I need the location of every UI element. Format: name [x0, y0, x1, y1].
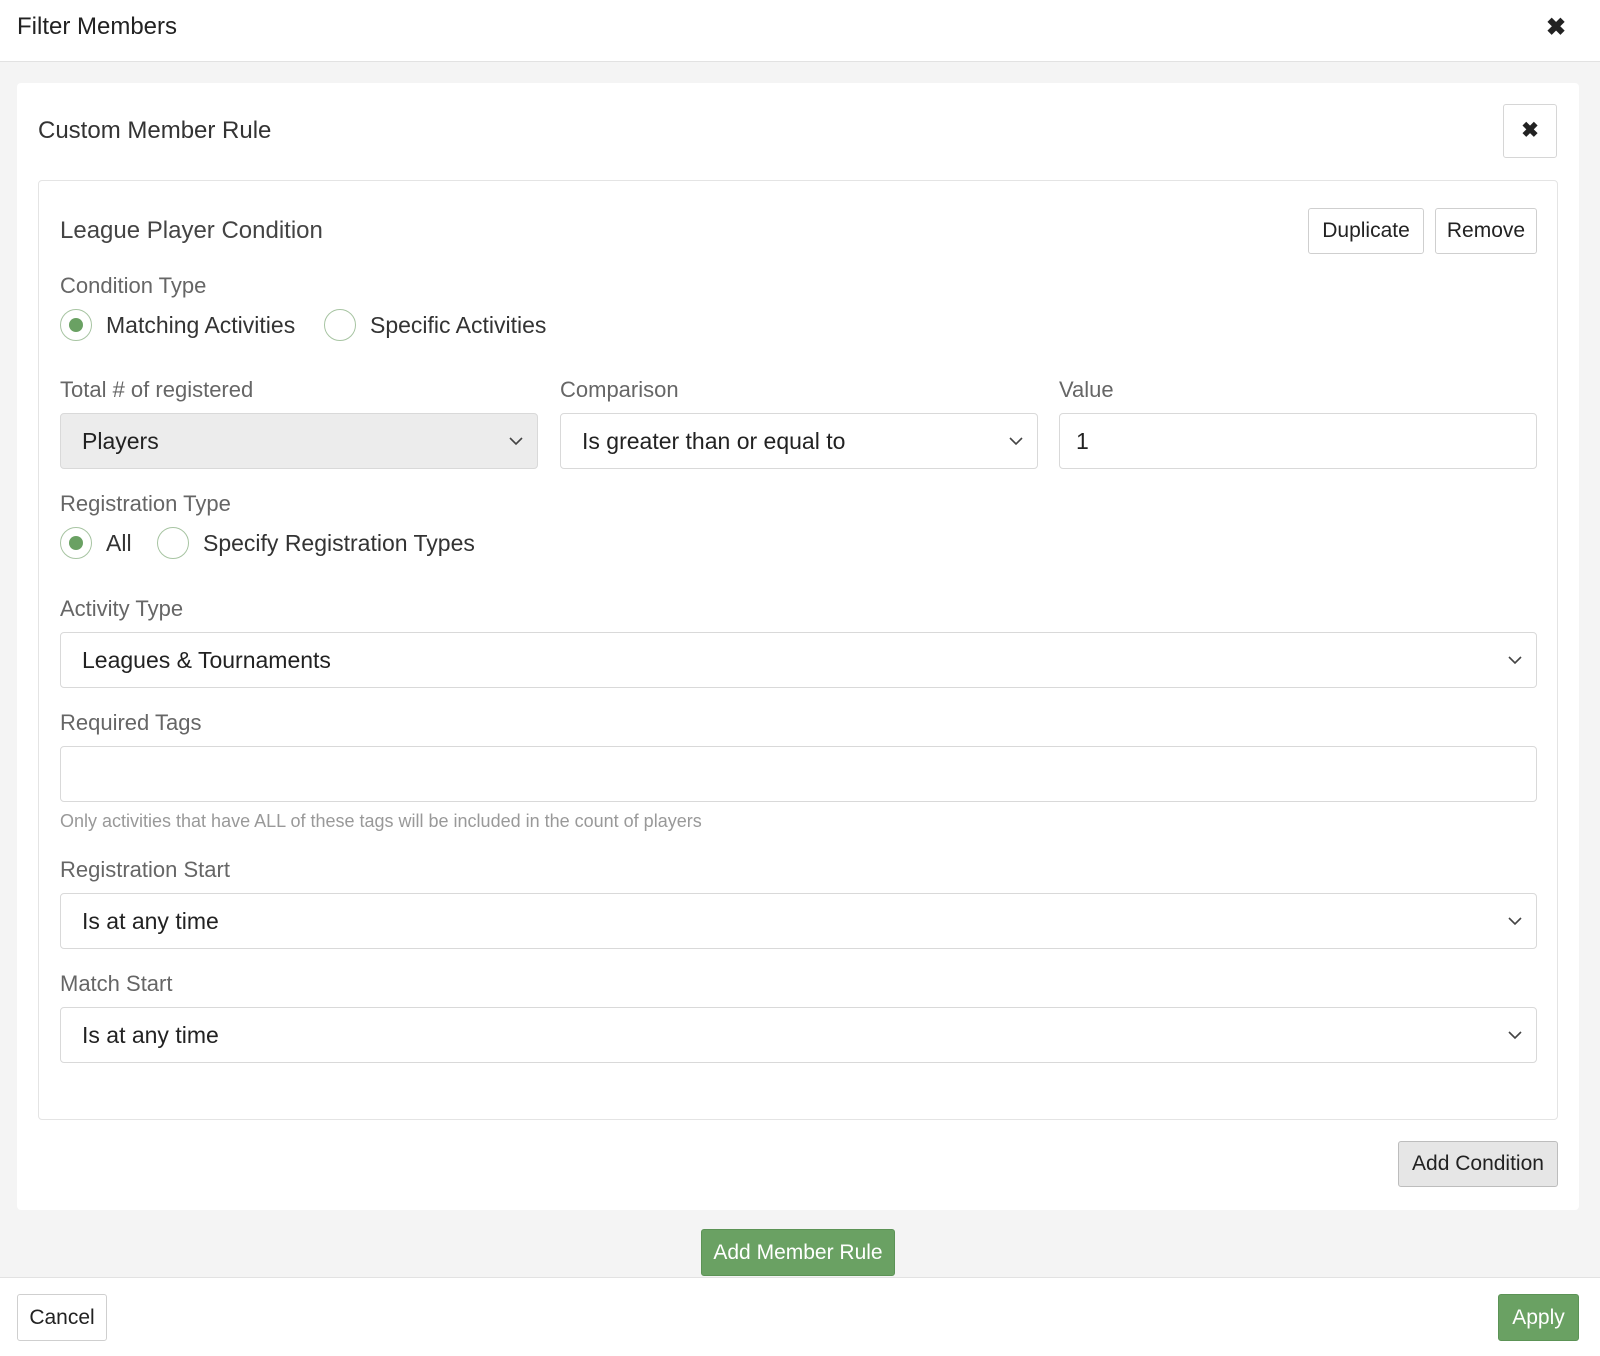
registration-start-label: Registration Start — [60, 857, 230, 882]
radio-specify-registration-types[interactable]: Specify Registration Types — [157, 527, 475, 559]
radio-specific-activities[interactable]: Specific Activities — [324, 309, 546, 341]
condition-type-label: Condition Type — [60, 273, 207, 298]
comparison-select[interactable]: Is greater than or equal to — [560, 413, 1038, 469]
radio-label: Specific Activities — [370, 311, 547, 338]
radio-checked-icon — [60, 309, 92, 341]
radio-label: All — [106, 529, 132, 556]
select-value: Players — [82, 428, 159, 454]
close-icon[interactable]: ✖ — [1542, 14, 1570, 42]
select-value: Leagues & Tournaments — [82, 647, 331, 673]
chevron-down-icon — [509, 437, 523, 446]
match-start-select[interactable]: Is at any time — [60, 1007, 1537, 1063]
select-value: Is at any time — [82, 1022, 219, 1048]
match-start-label: Match Start — [60, 971, 173, 996]
comparison-label: Comparison — [560, 377, 679, 402]
value-label: Value — [1059, 377, 1114, 402]
activity-type-select[interactable]: Leagues & Tournaments — [60, 632, 1537, 688]
radio-matching-activities[interactable]: Matching Activities — [60, 309, 295, 341]
add-condition-button[interactable]: Add Condition — [1398, 1141, 1558, 1187]
condition-card: League Player Condition Duplicate Remove… — [38, 180, 1558, 1120]
activity-type-label: Activity Type — [60, 596, 184, 621]
radio-unchecked-icon — [324, 309, 356, 341]
radio-checked-icon — [60, 527, 92, 559]
required-tags-label: Required Tags — [60, 710, 202, 735]
chevron-down-icon — [1009, 437, 1023, 446]
select-value: Is greater than or equal to — [582, 428, 846, 454]
chevron-down-icon — [1508, 1031, 1522, 1040]
apply-button[interactable]: Apply — [1498, 1294, 1579, 1341]
required-tags-help: Only activities that have ALL of these t… — [60, 811, 702, 831]
chevron-down-icon — [1508, 656, 1522, 665]
condition-title: League Player Condition — [60, 217, 323, 244]
registration-type-label: Registration Type — [60, 491, 231, 516]
cancel-button[interactable]: Cancel — [17, 1294, 107, 1341]
remove-button[interactable]: Remove — [1435, 208, 1537, 254]
modal-footer: Cancel Apply — [0, 1277, 1600, 1356]
required-tags-input[interactable] — [60, 746, 1537, 802]
radio-unchecked-icon — [157, 527, 189, 559]
member-rule-card: Custom Member Rule ✖ League Player Condi… — [17, 83, 1579, 1210]
add-member-rule-button[interactable]: Add Member Rule — [701, 1229, 895, 1276]
rule-title: Custom Member Rule — [38, 117, 272, 144]
registration-start-select[interactable]: Is at any time — [60, 893, 1537, 949]
radio-label: Matching Activities — [106, 311, 296, 338]
value-input[interactable] — [1059, 413, 1537, 469]
total-registered-label: Total # of registered — [60, 377, 254, 402]
select-value: Is at any time — [82, 908, 219, 934]
modal-header: Filter Members ✖ — [0, 0, 1600, 62]
radio-all[interactable]: All — [60, 527, 132, 559]
radio-label: Specify Registration Types — [203, 529, 475, 556]
modal-title: Filter Members — [17, 13, 178, 40]
duplicate-button[interactable]: Duplicate — [1308, 208, 1424, 254]
chevron-down-icon — [1508, 917, 1522, 926]
total-registered-select[interactable]: Players — [60, 413, 538, 469]
rule-close-icon[interactable]: ✖ — [1503, 104, 1557, 158]
